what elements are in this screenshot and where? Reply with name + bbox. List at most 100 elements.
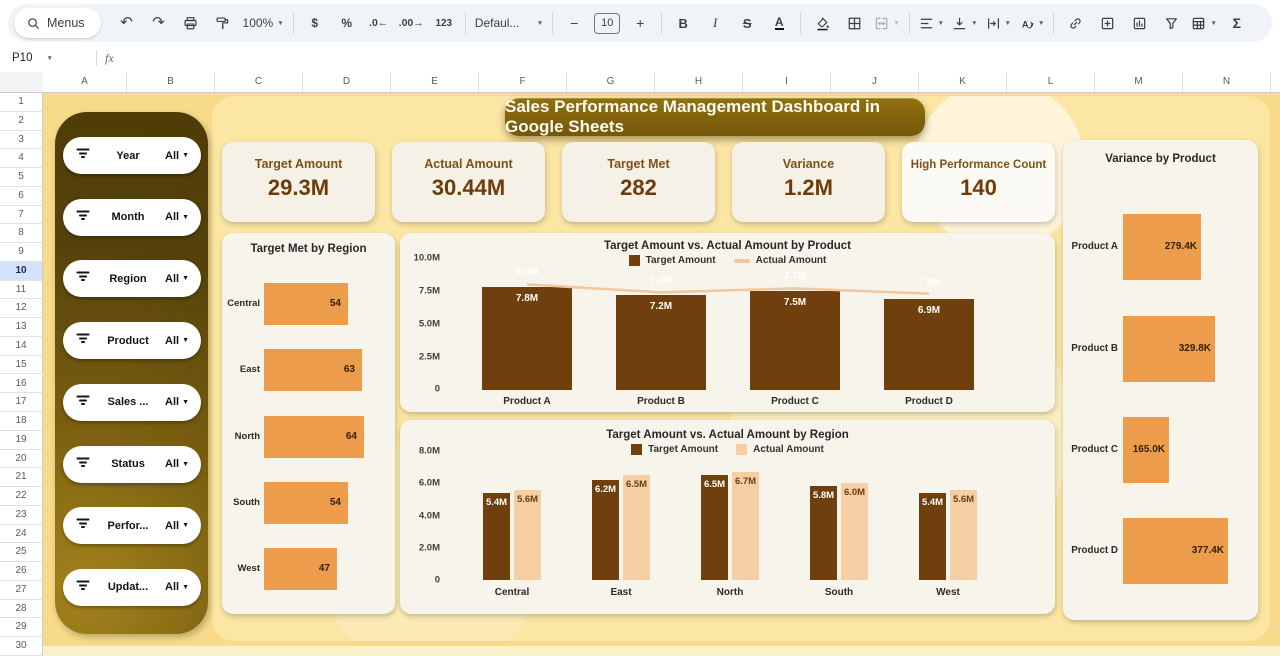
toolbar-text-color-button[interactable]: A [763,10,795,36]
row-header-15[interactable]: 15 [0,356,43,375]
row-header-2[interactable]: 2 [0,112,43,131]
filter-pill-year[interactable]: YearAll▼ [63,137,201,174]
toolbar-font-size-input-button[interactable]: 10 [590,10,624,36]
row-header-3[interactable]: 3 [0,131,43,150]
toolbar-vertical-align-button[interactable]: ▼ [948,10,981,36]
row-header-18[interactable]: 18 [0,412,43,431]
toolbar-merge-cells-button[interactable]: ▼ [870,10,903,36]
column-header-partial[interactable] [1271,72,1280,93]
row-header-17[interactable]: 17 [0,393,43,412]
toolbar-redo-button[interactable]: ↷ [143,10,175,36]
toolbar-font-select-button[interactable]: Defaul...▼ [471,10,547,36]
row-header-22[interactable]: 22 [0,487,43,506]
row-header-8[interactable]: 8 [0,224,43,243]
toolbar-undo-button[interactable]: ↶ [111,10,143,36]
toolbar-text-rotation-button[interactable]: A▼ [1015,10,1048,36]
insert-link-icon [1068,16,1083,31]
filter-pill-perfor[interactable]: Perfor...All▼ [63,507,201,544]
toolbar-insert-link-button[interactable] [1059,10,1091,36]
toolbar-strikethrough-button[interactable]: S [731,10,763,36]
chart-target-met-by-region[interactable]: Target Met by RegionCentral54East63North… [222,233,395,614]
row-header-1[interactable]: 1 [0,93,43,112]
toolbar-print-button[interactable] [175,10,207,36]
filter-pill-sales[interactable]: Sales ...All▼ [63,384,201,421]
toolbar-zoom-select-button[interactable]: 100%▼ [239,10,288,36]
row-header-21[interactable]: 21 [0,468,43,487]
toolbar-number-format-button[interactable]: 123 [428,10,460,36]
toolbar-table-views-button[interactable]: ▼ [1187,10,1220,36]
chart-target-vs-actual-by-region[interactable]: Target Amount vs. Actual Amount by Regio… [400,420,1055,614]
toolbar-currency-button[interactable]: $ [299,10,331,36]
legend-actual: Actual Amount [736,444,824,455]
font-size-input[interactable]: 10 [594,13,620,34]
row-header-6[interactable]: 6 [0,187,43,206]
row-header-26[interactable]: 26 [0,562,43,581]
filter-pill-month[interactable]: MonthAll▼ [63,199,201,236]
row-header-16[interactable]: 16 [0,375,43,394]
column-header-M[interactable]: M [1095,72,1183,93]
row-header-14[interactable]: 14 [0,337,43,356]
column-header-A[interactable]: A [43,72,127,93]
filter-pill-region[interactable]: RegionAll▼ [63,260,201,297]
fx-icon[interactable]: fx [105,51,114,66]
row-header-19[interactable]: 19 [0,431,43,450]
column-header-B[interactable]: B [127,72,215,93]
column-header-H[interactable]: H [655,72,743,93]
toolbar-insert-comment-button[interactable] [1091,10,1123,36]
filter-value: All [165,458,179,470]
toolbar-functions-button[interactable]: Σ [1221,10,1253,36]
toolbar-borders-button[interactable] [838,10,870,36]
row-header-7[interactable]: 7 [0,206,43,225]
toolbar-font-size-decrease-button[interactable]: − [558,10,590,36]
chart-target-vs-actual-by-product[interactable]: Target Amount vs. Actual Amount by Produ… [400,233,1055,412]
column-header-C[interactable]: C [215,72,303,93]
toolbar-italic-button[interactable]: I [699,10,731,36]
row-header-24[interactable]: 24 [0,525,43,544]
toolbar-insert-chart-button[interactable] [1123,10,1155,36]
column-header-E[interactable]: E [391,72,479,93]
row-header-13[interactable]: 13 [0,318,43,337]
row-header-27[interactable]: 27 [0,581,43,600]
toolbar-font-size-increase-button[interactable]: + [624,10,656,36]
filter-pill-product[interactable]: ProductAll▼ [63,322,201,359]
column-header-L[interactable]: L [1007,72,1095,93]
bar-value-label: 377.4K [1123,518,1224,584]
chart-variance-by-product[interactable]: Variance by ProductProduct A279.4KProduc… [1063,140,1258,620]
column-header-D[interactable]: D [303,72,391,93]
row-header-25[interactable]: 25 [0,543,43,562]
row-header-11[interactable]: 11 [0,281,43,300]
column-header-K[interactable]: K [919,72,1007,93]
toolbar-horizontal-align-button[interactable]: ▼ [915,10,948,36]
toolbar-percent-button[interactable]: % [331,10,363,36]
toolbar-paint-format-button[interactable] [207,10,239,36]
menus-button[interactable]: Menus [14,8,101,38]
row-header-5[interactable]: 5 [0,168,43,187]
row-header-29[interactable]: 29 [0,618,43,637]
toolbar-fill-color-button[interactable] [806,10,838,36]
toolbar-text-wrap-button[interactable]: ▼ [982,10,1015,36]
select-all-corner[interactable] [0,72,44,93]
toolbar-decimal-decrease-button[interactable]: .0← [363,10,395,36]
row-header-28[interactable]: 28 [0,600,43,619]
vertical-align-icon [952,16,967,31]
kpi-value: 282 [562,175,715,201]
toolbar-bold-button[interactable]: B [667,10,699,36]
row-header-9[interactable]: 9 [0,243,43,262]
row-header-12[interactable]: 12 [0,299,43,318]
column-header-J[interactable]: J [831,72,919,93]
row-header-10[interactable]: 10 [0,262,43,281]
row-header-23[interactable]: 23 [0,506,43,525]
toolbar-decimal-increase-button[interactable]: .00→ [395,10,428,36]
filter-pill-status[interactable]: StatusAll▼ [63,446,201,483]
row-header-30[interactable]: 30 [0,637,43,656]
column-header-N[interactable]: N [1183,72,1271,93]
column-header-I[interactable]: I [743,72,831,93]
name-box[interactable]: P10 ▼ [0,52,88,64]
toolbar-create-filter-button[interactable] [1155,10,1187,36]
axis-tick-label: 6.0M [400,478,440,489]
filter-pill-updat[interactable]: Updat...All▼ [63,569,201,606]
column-header-F[interactable]: F [479,72,567,93]
row-header-4[interactable]: 4 [0,149,43,168]
row-header-20[interactable]: 20 [0,450,43,469]
column-header-G[interactable]: G [567,72,655,93]
